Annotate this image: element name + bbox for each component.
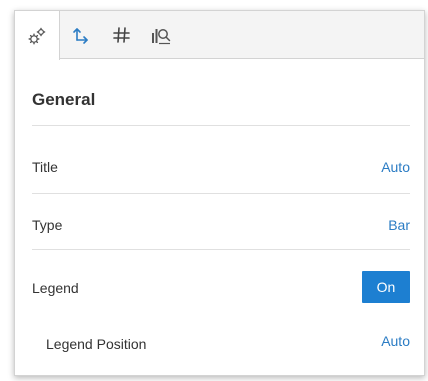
tab-format[interactable]	[101, 11, 141, 59]
hash-icon	[110, 25, 132, 45]
tab-data[interactable]	[141, 11, 181, 59]
type-value-link[interactable]: Bar	[388, 217, 410, 233]
tab-axis[interactable]	[61, 11, 101, 59]
divider	[32, 249, 410, 250]
title-value-link[interactable]: Auto	[381, 159, 410, 175]
legend-position-label: Legend Position	[46, 336, 147, 352]
divider	[32, 125, 410, 126]
axis-icon	[70, 25, 92, 45]
type-label: Type	[32, 217, 63, 233]
gears-icon	[26, 26, 48, 46]
tab-general[interactable]	[15, 11, 60, 60]
divider	[32, 193, 410, 194]
chart-search-icon	[149, 24, 173, 46]
title-label: Title	[32, 159, 58, 175]
chart-properties-panel: General Title Auto Type Bar Legend On Le…	[14, 10, 425, 376]
legend-toggle-button[interactable]: On	[362, 271, 410, 303]
tab-bar	[15, 11, 424, 60]
legend-position-value-link[interactable]: Auto	[381, 333, 410, 349]
legend-label: Legend	[32, 280, 79, 296]
section-title: General	[32, 90, 96, 109]
